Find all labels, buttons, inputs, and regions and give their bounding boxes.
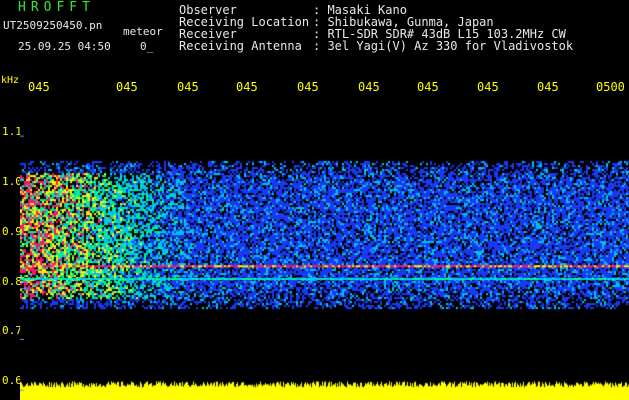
x-tick-label: 045 [358, 80, 380, 94]
app-title: HROFFT [18, 0, 95, 15]
date-time-label: 25.09.25 04:50 [18, 40, 111, 53]
x-tick-label: 045 [537, 80, 559, 94]
x-tick-label: 045 [116, 80, 138, 94]
x-tick-label: 045 [236, 80, 258, 94]
x-tick-label: 045 [417, 80, 439, 94]
y-tick-label: 1.1 [2, 125, 22, 138]
x-tick-label: 045 [177, 80, 199, 94]
y-tick-label: 0.9 [2, 225, 22, 238]
y-tick-label: 1.0 [2, 175, 22, 188]
file-type-label: meteor [123, 25, 163, 38]
count-label: 0_ [140, 40, 154, 53]
antenna-value: : 3el Yagi(V) Az 330 for Vladivostok [313, 39, 574, 53]
spectrogram-plot [20, 95, 629, 400]
x-tick-label: 045 [297, 80, 319, 94]
y-tick-label: 0.7 [2, 324, 22, 337]
y-axis-unit-label: kHz [1, 75, 20, 86]
antenna-key: Receiving Antenna [179, 39, 302, 53]
y-tick-label: 0.6 [2, 374, 22, 387]
x-tick-label: 045 [28, 80, 50, 94]
y-tick-label: 0.8 [2, 275, 22, 288]
x-tick-label: 0500 [596, 80, 625, 94]
x-tick-label: 045 [477, 80, 499, 94]
file-name-label: UT2509250450.pn [3, 19, 103, 32]
